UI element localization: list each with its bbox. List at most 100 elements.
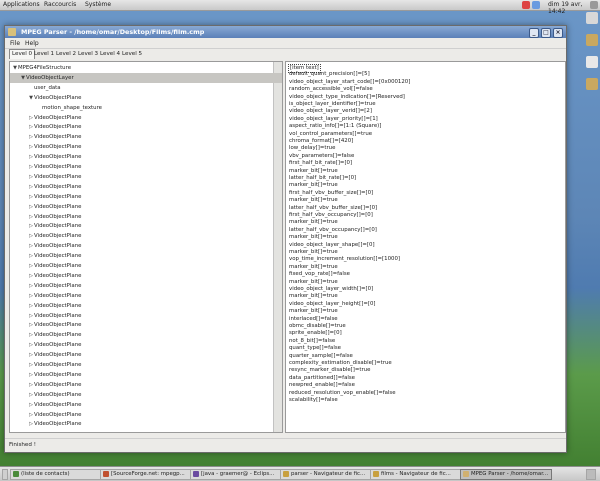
computer-desktop-icon[interactable] <box>586 12 598 24</box>
tree-node[interactable]: ▷VideoObjectPlane <box>10 202 282 212</box>
tree-node-label: user_data <box>34 84 61 91</box>
minimize-button[interactable]: _ <box>529 28 539 38</box>
folder-desktop-icon[interactable] <box>586 78 598 90</box>
tree-node[interactable]: ▷VideoObjectPlane <box>10 390 282 400</box>
detail-line: marker_bit[]=true <box>289 234 338 241</box>
tree-node[interactable]: ▼VideoObjectPlane <box>10 93 282 103</box>
logout-icon[interactable] <box>590 1 598 9</box>
tab-level-5[interactable]: Level 5 <box>119 49 145 60</box>
detail-line: marker_bit[]=true <box>289 308 338 315</box>
window-icon <box>463 471 469 477</box>
applications-menu[interactable]: Applications <box>3 1 40 8</box>
structure-tree[interactable]: ▼MPEG4FileStructure ▼VideoObjectLayer user… <box>9 61 283 433</box>
taskbar-item[interactable]: [SourceForge.net: mpegp... <box>100 469 192 480</box>
tree-node[interactable]: ▷VideoObjectPlane <box>10 340 282 350</box>
tree-node-label: VideoObjectPlane <box>34 421 82 428</box>
detail-line: random_accessible_vol[]=false <box>289 86 373 93</box>
tree-node[interactable]: ▼VideoObjectLayer <box>10 72 282 83</box>
tree-node[interactable]: ▷VideoObjectPlane <box>10 419 282 429</box>
detail-line: latter_half_vbv_buffer_size[]=[0] <box>289 204 378 211</box>
tree-node[interactable]: ▷VideoObjectPlane <box>10 132 282 142</box>
detail-line: first_half_vbv_occupancy[]=[0] <box>289 212 373 218</box>
tree-node-label: VideoObjectPlane <box>34 411 82 418</box>
shortcuts-menu[interactable]: Raccourcis <box>44 1 76 8</box>
tree-node[interactable]: ▷VideoObjectPlane <box>10 221 282 231</box>
mpeg-parser-window: MPEG Parser - /home/omar/Desktop/Films/f… <box>4 25 567 453</box>
tree-node[interactable]: ▷VideoObjectPlane <box>10 370 282 380</box>
tree-node[interactable]: ▷VideoObjectPlane <box>10 122 282 132</box>
taskbar-item-label: [java - graemer@ - Eclips... <box>201 471 275 477</box>
maximize-button[interactable]: □ <box>541 28 551 38</box>
tree-node-label: VideoObjectPlane <box>34 322 82 329</box>
show-desktop-button[interactable] <box>2 469 8 480</box>
details-panel[interactable]: [item text] default_quant_precision[]=[5]… <box>285 61 566 433</box>
tree-node[interactable]: ▷VideoObjectPlane <box>10 212 282 222</box>
taskbar-item-label: parser - Navigateur de fic... <box>291 471 366 477</box>
detail-line: complexity_estimation_disable[]=true <box>289 360 392 366</box>
detail-line: quant_type[]=false <box>289 345 341 352</box>
tree-node[interactable]: ▷VideoObjectPlane <box>10 291 282 301</box>
tree-node[interactable]: ▷VideoObjectPlane <box>10 162 282 172</box>
tree-node[interactable]: ▷VideoObjectPlane <box>10 350 282 360</box>
tree-node[interactable]: user_data <box>10 83 282 93</box>
taskbar-item[interactable]: [java - graemer@ - Eclips... <box>190 469 282 480</box>
tree-node[interactable]: ▷VideoObjectPlane <box>10 172 282 182</box>
tree-node[interactable]: ▷VideoObjectPlane <box>10 142 282 152</box>
tree-node[interactable]: ▷VideoObjectPlane <box>10 113 282 123</box>
tree-node-label: VideoObjectPlane <box>34 173 82 180</box>
tree-node-label: VideoObjectPlane <box>34 342 82 349</box>
folder-desktop-icon[interactable] <box>586 34 598 46</box>
tree-node-label: VideoObjectPlane <box>34 164 82 170</box>
taskbar-item[interactable]: parser - Navigateur de fic... <box>280 469 372 480</box>
tree-node-label: VideoObjectPlane <box>34 401 82 408</box>
detail-line: sprite_enable[]=[0] <box>289 330 342 337</box>
tree-node[interactable]: ▷VideoObjectPlane <box>10 271 282 281</box>
detail-line: vop_time_increment_resolution[]=[1000] <box>289 256 400 263</box>
status-bar: Finished ! <box>5 438 566 452</box>
tree-node[interactable]: ▼MPEG4FileStructure <box>10 63 275 73</box>
tree-node[interactable]: ▷VideoObjectPlane <box>10 301 282 311</box>
close-button[interactable]: × <box>553 28 563 38</box>
tree-node[interactable]: ▷VideoObjectPlane <box>10 231 282 241</box>
taskbar-item[interactable]: MPEG Parser - /home/omar... <box>460 469 552 480</box>
tree-node-label: VideoObjectPlane <box>34 134 82 141</box>
tree-node[interactable]: ▷VideoObjectPlane <box>10 320 282 330</box>
tree-node-label: VideoObjectLayer <box>26 74 74 81</box>
tree-node-label: VideoObjectPlane <box>34 302 82 309</box>
alert-icon[interactable] <box>522 1 530 9</box>
tree-node[interactable]: ▷VideoObjectPlane <box>10 311 282 321</box>
tree-node[interactable]: ▷VideoObjectPlane <box>10 261 282 271</box>
tree-node[interactable]: ▷VideoObjectPlane <box>10 241 282 251</box>
tree-node[interactable]: ▷VideoObjectPlane <box>10 330 282 340</box>
system-menu[interactable]: Système <box>85 1 111 8</box>
detail-line: quarter_sample[]=false <box>289 352 353 359</box>
tree-node[interactable]: motion_shape_texture <box>10 103 282 113</box>
tree-node[interactable]: ▷VideoObjectPlane <box>10 281 282 291</box>
tree-node-label: VideoObjectPlane <box>34 282 82 289</box>
top-panel: Applications Raccourcis Système dim 19 a… <box>0 0 600 15</box>
window-title: MPEG Parser - /home/omar/Desktop/Films/f… <box>21 28 205 36</box>
tree-node[interactable]: ▷VideoObjectPlane <box>10 251 282 261</box>
tree-node[interactable]: ▷VideoObjectPlane <box>10 360 282 370</box>
tree-node[interactable]: ▷VideoObjectPlane <box>10 152 282 162</box>
volume-icon[interactable] <box>532 1 540 9</box>
tree-node[interactable]: ▷VideoObjectPlane <box>10 400 282 410</box>
file-desktop-icon[interactable] <box>586 56 598 68</box>
detail-line: video_object_layer_height[]=[0] <box>289 300 376 307</box>
title-bar[interactable]: MPEG Parser - /home/omar/Desktop/Films/f… <box>5 26 566 38</box>
trash-icon[interactable] <box>586 469 596 480</box>
tree-node[interactable]: ▷VideoObjectPlane <box>10 410 282 420</box>
tree-node[interactable]: ▷VideoObjectPlane <box>10 192 282 202</box>
tree-node[interactable]: ▷VideoObjectPlane <box>10 182 282 192</box>
tree-node-label: VideoObjectPlane <box>34 183 82 190</box>
taskbar-item[interactable]: films - Navigateur de fic... <box>370 469 462 480</box>
tree-node[interactable]: ▷VideoObjectPlane <box>10 380 282 390</box>
menu-help[interactable]: Help <box>25 40 39 47</box>
detail-line: not_8_bit[]=false <box>289 337 336 344</box>
detail-line: video_object_layer_priority[]=[1] <box>289 115 378 122</box>
taskbar-item-label: films - Navigateur de fic... <box>381 471 451 477</box>
menu-file[interactable]: File <box>10 40 20 47</box>
detail-line: latter_half_bit_rate[]=[0] <box>289 175 357 181</box>
taskbar-item[interactable]: (liste de contacts) <box>10 469 102 480</box>
detail-line: marker_bit[]=true <box>289 249 338 255</box>
